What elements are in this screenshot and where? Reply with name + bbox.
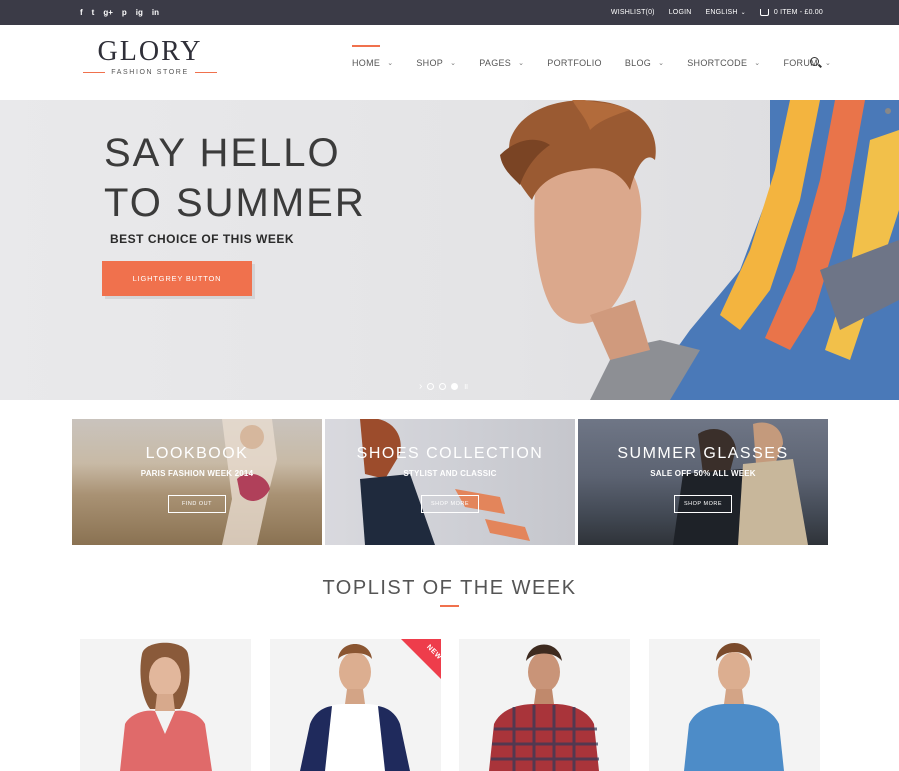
social-links: f t g+ p ig in bbox=[80, 0, 159, 25]
hero-cta-button[interactable]: LIGHTGREY BUTTON bbox=[102, 261, 252, 296]
nav-item-pages[interactable]: PAGES ⌄ bbox=[479, 25, 524, 100]
logo-rule-left bbox=[83, 71, 106, 74]
product-card[interactable] bbox=[649, 639, 820, 771]
nav-item-portfolio[interactable]: PORTFOLIO bbox=[547, 25, 602, 100]
hero-title-line1: SAY HELLO bbox=[104, 131, 341, 175]
chevron-down-icon: ⌄ bbox=[387, 59, 394, 67]
chevron-down-icon: ⌄ bbox=[658, 59, 665, 67]
banner-lookbook[interactable]: LOOKBOOK PARIS FASHION WEEK 2014 FIND OU… bbox=[72, 419, 322, 545]
product-image bbox=[684, 643, 784, 771]
nav-label: SHOP bbox=[416, 57, 444, 68]
slider-dot-1[interactable] bbox=[427, 383, 435, 390]
logo[interactable]: GLORY FASHION STORE bbox=[80, 37, 220, 76]
wishlist-link[interactable]: WISHLIST(0) bbox=[611, 9, 655, 16]
product-image bbox=[120, 642, 212, 771]
slider-indicator[interactable] bbox=[885, 108, 891, 114]
chevron-down-icon: ⌄ bbox=[740, 10, 746, 16]
site-header: GLORY FASHION STORE HOME ⌄ SHOP ⌄ PAGES ⌄ P… bbox=[0, 25, 899, 100]
new-badge-label: NEW bbox=[425, 643, 441, 662]
nav-label: SHORTCODE bbox=[687, 57, 748, 68]
twitter-icon[interactable]: t bbox=[92, 0, 95, 25]
slider-dot-3[interactable] bbox=[451, 383, 459, 390]
hero-slider: SAY HELLO TO SUMMER BEST CHOICE OF THIS … bbox=[0, 100, 899, 400]
banner-title: SUMMER GLASSES bbox=[617, 445, 789, 462]
chevron-down-icon: ⌄ bbox=[754, 59, 761, 67]
hero-subtitle: BEST CHOICE OF THIS WEEK bbox=[110, 232, 295, 246]
slider-dot-2[interactable] bbox=[439, 383, 447, 390]
logo-rule-right bbox=[194, 71, 217, 74]
product-card[interactable] bbox=[80, 639, 251, 771]
language-selector[interactable]: ENGLISH ⌄ bbox=[706, 9, 746, 16]
hero-title: SAY HELLO TO SUMMER bbox=[104, 128, 366, 228]
nav-label: HOME bbox=[352, 57, 381, 68]
nav-item-forum[interactable]: FORUM ⌄ bbox=[783, 25, 831, 100]
slider-controls: › ॥ bbox=[419, 381, 468, 392]
nav-item-blog[interactable]: BLOG ⌄ bbox=[625, 25, 664, 100]
logo-subtitle: FASHION STORE bbox=[111, 69, 189, 76]
logo-tagline: FASHION STORE bbox=[80, 69, 220, 76]
banner-title: SHOES COLLECTION bbox=[356, 445, 544, 462]
nav-item-home[interactable]: HOME ⌄ bbox=[352, 25, 393, 100]
chevron-down-icon: ⌄ bbox=[518, 59, 525, 67]
cart-icon bbox=[759, 9, 769, 16]
nav-label: BLOG bbox=[624, 57, 652, 68]
login-link[interactable]: LOGIN bbox=[669, 9, 692, 16]
banner-button[interactable]: FIND OUT bbox=[168, 495, 226, 513]
instagram-icon[interactable]: ig bbox=[136, 0, 143, 25]
banner-image bbox=[360, 419, 530, 545]
next-arrow-icon[interactable]: › bbox=[419, 381, 422, 392]
linkedin-icon[interactable]: in bbox=[152, 0, 159, 25]
hero-model-image bbox=[500, 100, 899, 400]
top-bar: f t g+ p ig in WISHLIST(0) LOGIN ENGLISH… bbox=[0, 0, 899, 25]
banner-subtitle: SALE OFF 50% ALL WEEK bbox=[650, 469, 756, 478]
banner-image bbox=[673, 422, 808, 545]
nav-label: PORTFOLIO bbox=[547, 57, 602, 68]
banner-title: LOOKBOOK bbox=[145, 445, 249, 462]
nav-label: PAGES bbox=[479, 57, 512, 68]
language-label: ENGLISH bbox=[705, 9, 738, 16]
banner-shoes[interactable]: SHOES COLLECTION STYLIST AND CLASSIC SHO… bbox=[325, 419, 575, 545]
product-card[interactable] bbox=[459, 639, 630, 771]
pause-icon[interactable]: ॥ bbox=[463, 381, 468, 392]
chevron-down-icon: ⌄ bbox=[450, 59, 457, 67]
section-title: TOPLIST OF THE WEEK bbox=[322, 577, 577, 599]
account-links: WISHLIST(0) LOGIN ENGLISH ⌄ 0 ITEM - £0.0… bbox=[611, 0, 823, 25]
chevron-down-icon: ⌄ bbox=[824, 59, 832, 67]
logo-title: GLORY bbox=[97, 36, 203, 67]
main-nav: HOME ⌄ SHOP ⌄ PAGES ⌄ PORTFOLIO BLOG ⌄ SHORT… bbox=[352, 25, 854, 100]
product-card[interactable]: NEW bbox=[270, 639, 441, 771]
pinterest-icon[interactable]: p bbox=[122, 0, 127, 25]
new-badge: NEW bbox=[401, 639, 441, 679]
search-icon[interactable] bbox=[810, 57, 819, 66]
banner-button[interactable]: SHOP MORE bbox=[421, 495, 479, 513]
section-divider bbox=[440, 605, 459, 607]
cart-link[interactable]: 0 ITEM - £0.00 bbox=[759, 9, 823, 16]
banner-subtitle: PARIS FASHION WEEK 2014 bbox=[140, 469, 254, 478]
nav-item-shop[interactable]: SHOP ⌄ bbox=[416, 25, 456, 100]
facebook-icon[interactable]: f bbox=[80, 0, 83, 25]
banner-image bbox=[222, 419, 277, 545]
banner-glasses[interactable]: SUMMER GLASSES SALE OFF 50% ALL WEEK SHO… bbox=[578, 419, 828, 545]
banner-subtitle: STYLIST AND CLASSIC bbox=[403, 469, 497, 478]
hero-title-line2: TO SUMMER bbox=[104, 181, 366, 225]
banner-button[interactable]: SHOP MORE bbox=[674, 495, 732, 513]
google-plus-icon[interactable]: g+ bbox=[103, 0, 113, 25]
product-image bbox=[489, 644, 599, 771]
nav-item-shortcode[interactable]: SHORTCODE ⌄ bbox=[687, 25, 760, 100]
cart-summary: 0 ITEM - £0.00 bbox=[773, 9, 823, 16]
